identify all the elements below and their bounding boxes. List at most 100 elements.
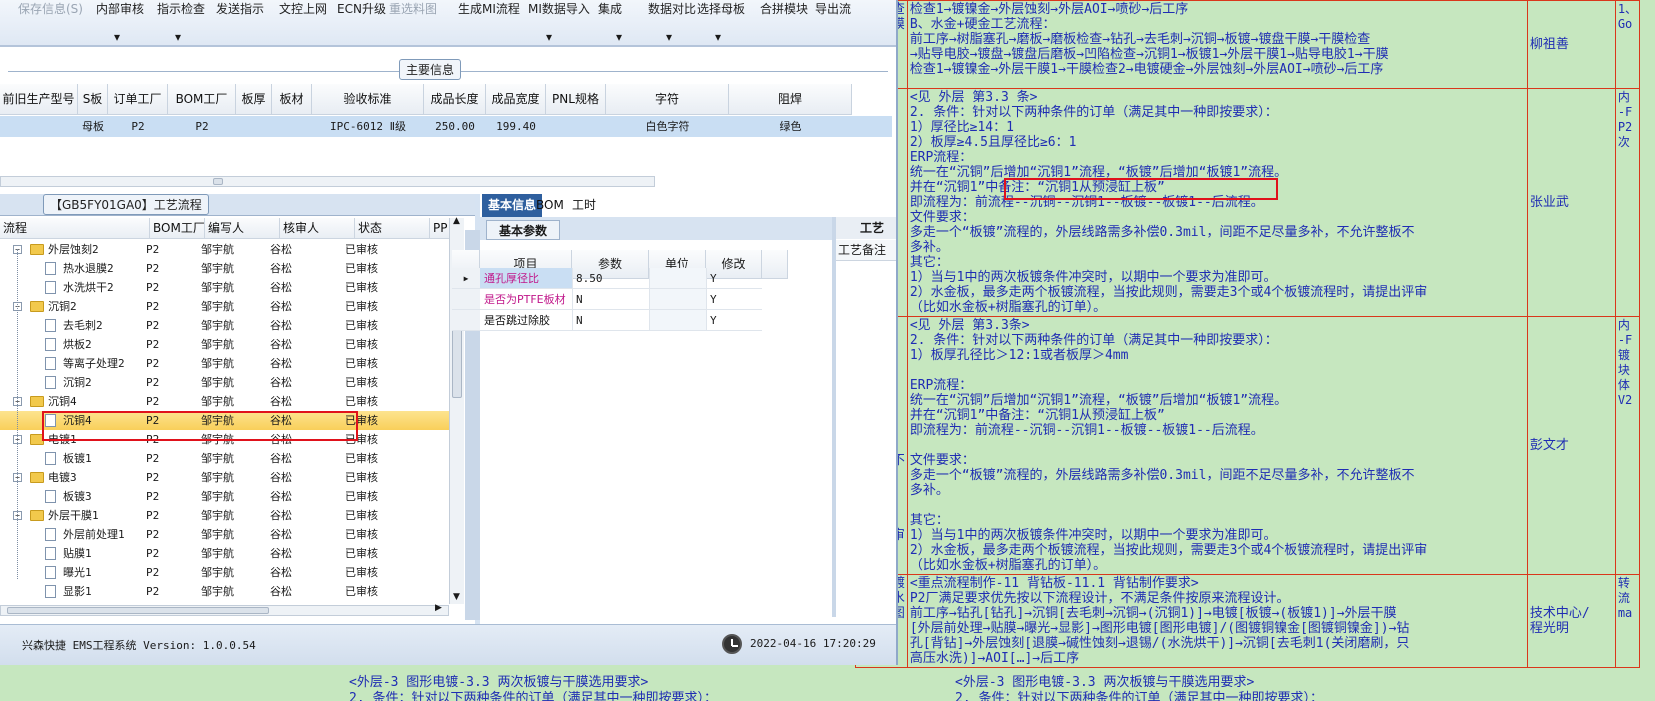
flow-row[interactable]: 等离子处理2 P2 邹宇航 谷松 已审核 — [0, 354, 453, 373]
flow-row[interactable]: 显影1 P2 邹宇航 谷松 已审核 — [0, 582, 453, 601]
column-header-5[interactable]: 板材 — [272, 84, 312, 115]
main-info-cell-4 — [236, 116, 272, 137]
column-header-0[interactable]: 前旧生产型号 — [0, 84, 78, 115]
flow-column-3[interactable]: 核审人 — [280, 218, 355, 239]
flow-row[interactable]: 热水退膜2 P2 邹宇航 谷松 已审核 — [0, 259, 453, 278]
doc-line: 多补。 — [909, 240, 949, 255]
param-item[interactable]: 通孔厚径比 — [480, 268, 572, 289]
toolbar-button-4[interactable]: 文控上网 — [279, 0, 327, 17]
flow-column-4[interactable]: 状态 — [355, 218, 430, 239]
column-header-2[interactable]: 订单工厂 — [108, 84, 168, 115]
flow-step-reviewer: 谷松 — [270, 281, 292, 294]
flow-step-name: 电镀3 — [48, 471, 77, 484]
highlight-box-note — [1004, 178, 1278, 200]
param-item[interactable]: 是否为PTFE板材 — [480, 289, 572, 310]
column-header-3[interactable]: BOM工厂 — [168, 84, 236, 115]
flow-column-1[interactable]: BOM工厂 — [150, 218, 205, 239]
flow-step-status: 已审核 — [345, 471, 378, 484]
flow-step-status: 已审核 — [345, 452, 378, 465]
param-value[interactable]: 8.50 — [572, 268, 649, 289]
param-unit[interactable] — [649, 268, 706, 289]
toolbar-button-12[interactable]: 合拼模块 — [760, 0, 808, 17]
flow-step-status: 已审核 — [345, 509, 378, 522]
toolbar-button-7[interactable]: 生成MI流程 — [458, 0, 520, 17]
doc-row: 形电镀压水镍金[图<重点流程制作-11 背钻板-11.1 背钻制作要求>P2厂满… — [855, 574, 1641, 668]
param-item[interactable]: 是否跳过除胶 — [480, 310, 572, 331]
flow-row[interactable]: 沉铜2 P2 邹宇航 谷松 已审核 — [0, 373, 453, 392]
document-icon — [45, 452, 56, 465]
toolbar-button-9[interactable]: 集成 — [598, 0, 622, 17]
toolbar-button-0[interactable]: 保存信息(S) — [18, 0, 83, 17]
subtab-basic-params[interactable]: 基本参数 — [486, 220, 561, 240]
toolbar-button-2[interactable]: 指示检查 — [157, 0, 205, 17]
doc-line: 检查1→镀镍金→外层蚀刻→外层AOI→喷砂→后工序 — [909, 2, 1189, 17]
param-unit[interactable] — [649, 289, 706, 310]
flow-row[interactable]: 水洗烘干2 P2 邹宇航 谷松 已审核 — [0, 278, 453, 297]
flow-column-2[interactable]: 编写人 — [205, 218, 280, 239]
flow-row[interactable]: − 外层干膜1 P2 邹宇航 谷松 已审核 — [0, 506, 453, 525]
flow-row[interactable]: 外层前处理1 P2 邹宇航 谷松 已审核 — [0, 525, 453, 544]
process-tab-label[interactable]: 工艺 — [836, 217, 896, 239]
folder-icon — [30, 472, 44, 483]
doc-line: <重点流程制作-11 背钻板-11.1 背钻制作要求> — [909, 576, 1199, 591]
column-header-8[interactable]: 成品宽度 — [486, 84, 546, 115]
flow-step-name: 板镀1 — [63, 452, 92, 465]
flow-row[interactable]: 板镀3 P2 邹宇航 谷松 已审核 — [0, 487, 453, 506]
column-header-9[interactable]: PNL规格 — [546, 84, 606, 115]
flow-step-reviewer: 谷松 — [270, 300, 292, 313]
flow-step-reviewer: 谷松 — [270, 471, 292, 484]
tab-2[interactable]: 工时 — [566, 194, 602, 217]
flow-row[interactable]: − 沉铜2 P2 邹宇航 谷松 已审核 — [0, 297, 453, 316]
toolbar-button-3[interactable]: 发送指示 — [216, 0, 264, 17]
toolbar-button-1[interactable]: 内部审核 — [96, 0, 144, 17]
param-unit[interactable] — [649, 310, 706, 331]
toolbar-button-8[interactable]: MI数据导入 — [528, 0, 590, 17]
column-header-7[interactable]: 成品长度 — [424, 84, 486, 115]
spec-table: 检查→干膜检查1→镀镍金→外层蚀刻→外层AOI→喷砂→后工序B、水金+硬金工艺流… — [855, 0, 1641, 668]
flow-row[interactable]: 去毛刺2 P2 邹宇航 谷松 已审核 — [0, 316, 453, 335]
param-value[interactable]: N — [572, 310, 649, 331]
flow-step-status: 已审核 — [345, 585, 378, 598]
flow-step-writer: 邹宇航 — [201, 319, 234, 332]
flow-step-status: 已审核 — [345, 357, 378, 370]
param-modify[interactable]: Y — [706, 310, 762, 331]
toolbar-button-11[interactable]: 选择母板 — [697, 0, 745, 17]
flow-row[interactable]: − 外层蚀刻2 P2 邹宇航 谷松 已审核 — [0, 240, 453, 259]
column-header-10[interactable]: 字符 — [606, 84, 729, 115]
flow-column-5[interactable]: PP — [430, 218, 450, 239]
toolbar-button-13[interactable]: 导出流 — [815, 0, 851, 17]
main-info-cell-3: P2 — [195, 120, 209, 133]
flow-row[interactable]: 烘板2 P2 邹宇航 谷松 已审核 — [0, 335, 453, 354]
flow-step-writer: 邹宇航 — [201, 376, 234, 389]
doc-cell-person: 彭文才 — [1526, 316, 1616, 575]
param-modify[interactable]: Y — [706, 289, 762, 310]
main-info-cell-10: 白色字符 — [645, 120, 690, 133]
document-icon — [45, 281, 56, 294]
flow-row[interactable]: 曝光1 P2 邹宇航 谷松 已审核 — [0, 563, 453, 582]
flow-hscrollbar[interactable]: ▶ — [0, 603, 449, 616]
main-hscrollbar[interactable] — [0, 176, 655, 187]
doc-line — [910, 498, 1525, 513]
toolbar-button-6[interactable]: 重选料图 — [389, 0, 437, 17]
param-modify[interactable]: Y — [706, 268, 762, 289]
flow-row[interactable]: − 电镀3 P2 邹宇航 谷松 已审核 — [0, 468, 453, 487]
flow-row[interactable]: − 沉铜4 P2 邹宇航 谷松 已审核 — [0, 392, 453, 411]
param-value[interactable]: N — [572, 289, 649, 310]
toolbar-button-10[interactable]: 数据对比 — [648, 0, 696, 17]
column-header-11[interactable]: 阻焊 — [729, 84, 852, 115]
flow-row[interactable]: 板镀1 P2 邹宇航 谷松 已审核 — [0, 449, 453, 468]
doc-line: 2. 条件：针对以下两种条件的订单（满足其中一种即按要求）： — [909, 333, 1278, 348]
column-header-6[interactable]: 验收标准 — [312, 84, 424, 115]
tab-1[interactable]: BOM — [530, 194, 570, 217]
document-icon — [45, 262, 56, 275]
column-header-1[interactable]: S板 — [78, 84, 108, 115]
flow-step-name: 曝光1 — [63, 566, 92, 579]
doc-bottom-line-left: 2. 条件：针对以下两种条件的订单（满足其中一种即按要求）： — [349, 691, 717, 701]
flow-row[interactable]: 贴膜1 P2 邹宇航 谷松 已审核 — [0, 544, 453, 563]
flow-step-bom: P2 — [146, 376, 160, 389]
toolbar-button-5[interactable]: ECN升级 — [337, 0, 386, 17]
flow-step-writer: 邹宇航 — [201, 585, 234, 598]
doc-cell-right: 内 -F 镀 块 体 V2 — [1614, 316, 1641, 575]
column-header-4[interactable]: 板厚 — [236, 84, 272, 115]
flow-column-0[interactable]: 流程 — [0, 218, 150, 239]
